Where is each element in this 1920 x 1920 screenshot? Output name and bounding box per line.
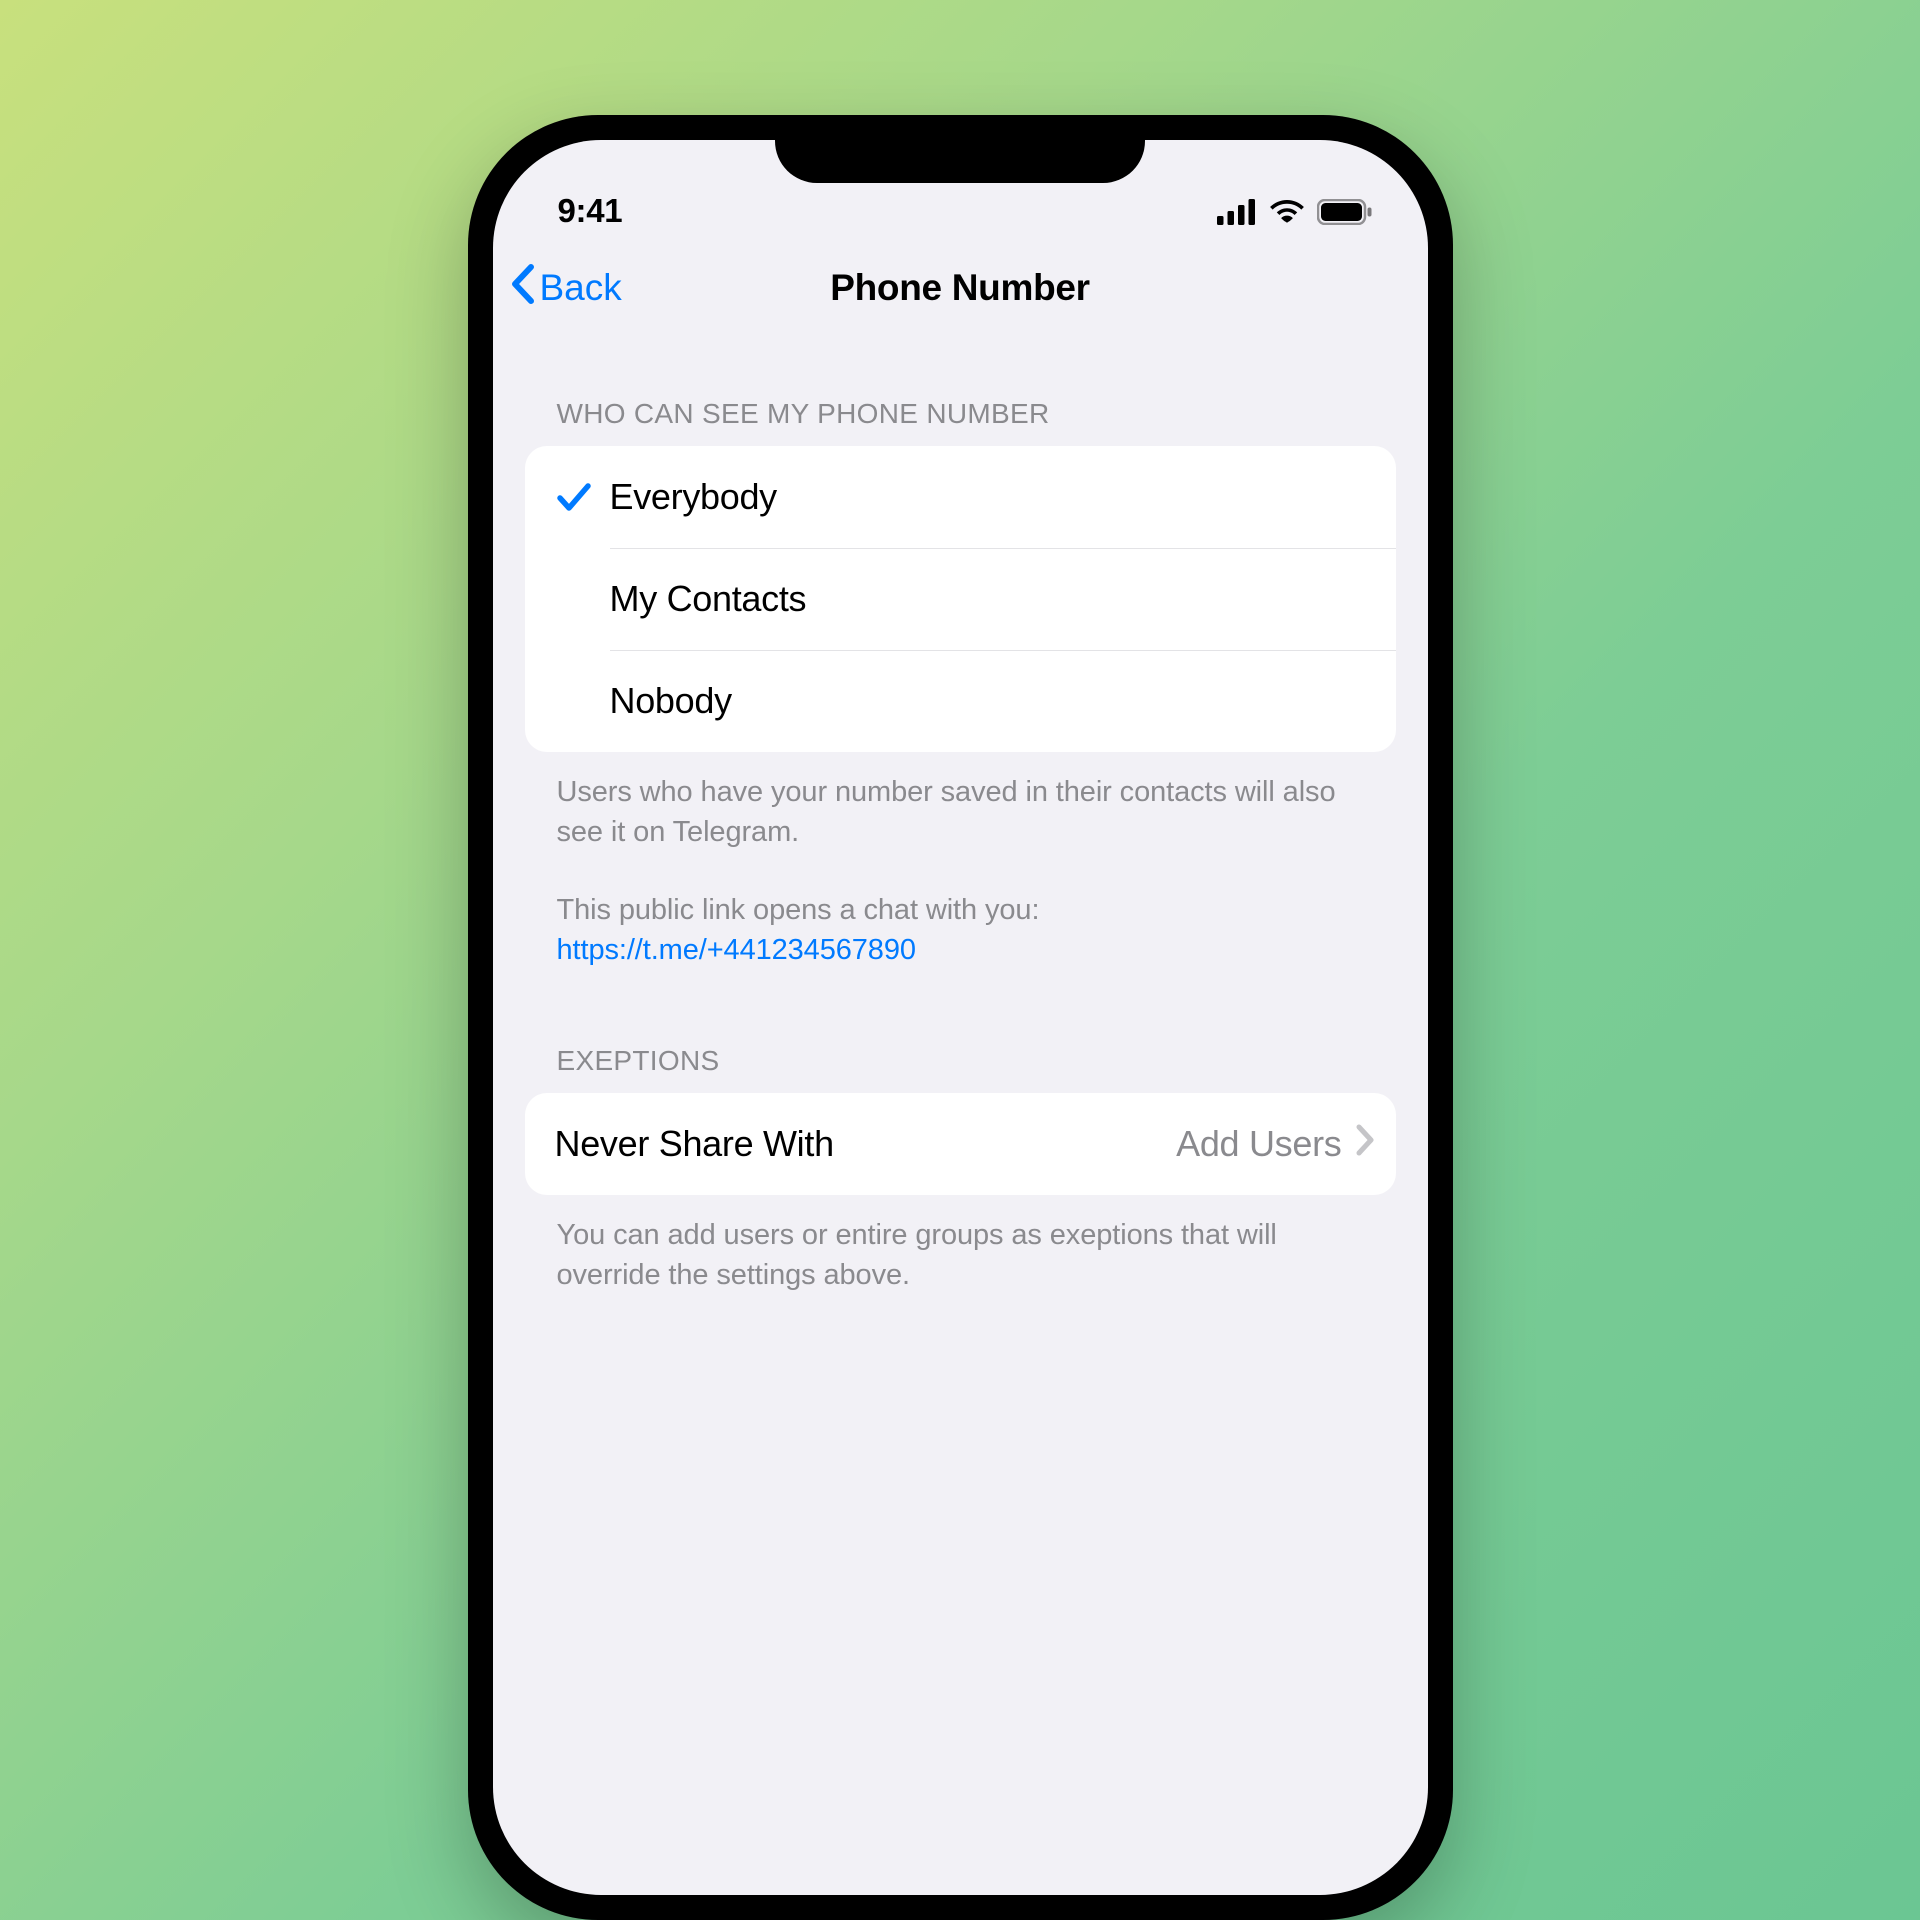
section-footer-visibility: Users who have your number saved in thei… xyxy=(525,752,1396,970)
screen: 9:41 Back Phone Number xyxy=(493,140,1428,1895)
chevron-right-icon xyxy=(1356,1123,1374,1165)
battery-icon xyxy=(1317,199,1373,230)
row-label: Never Share With xyxy=(555,1123,834,1165)
footer-text-1: Users who have your number saved in thei… xyxy=(557,772,1364,852)
status-time: 9:41 xyxy=(558,192,623,230)
exceptions-group: Never Share With Add Users xyxy=(525,1093,1396,1195)
chevron-left-icon xyxy=(509,264,535,313)
section-header-exceptions: EXEPTIONS xyxy=(525,970,1396,1093)
nav-bar: Back Phone Number xyxy=(493,240,1428,336)
option-nobody[interactable]: Nobody xyxy=(525,650,1396,752)
page-title: Phone Number xyxy=(830,267,1090,309)
back-button[interactable]: Back xyxy=(509,264,622,313)
phone-frame: 9:41 Back Phone Number xyxy=(468,115,1453,1920)
option-label: Everybody xyxy=(610,476,777,518)
check-icon xyxy=(555,478,610,516)
section-header-visibility: WHO CAN SEE MY PHONE NUMBER xyxy=(525,336,1396,446)
wifi-icon xyxy=(1269,199,1305,230)
footer-text-2: This public link opens a chat with you: xyxy=(557,894,1040,926)
status-icons xyxy=(1217,199,1373,230)
option-everybody[interactable]: Everybody xyxy=(525,446,1396,548)
option-label: My Contacts xyxy=(610,578,807,620)
footer-text-exceptions: You can add users or entire groups as ex… xyxy=(557,1215,1364,1295)
cellular-icon xyxy=(1217,199,1257,230)
option-label: Nobody xyxy=(610,680,732,722)
option-my-contacts[interactable]: My Contacts xyxy=(525,548,1396,650)
never-share-with-row[interactable]: Never Share With Add Users xyxy=(525,1093,1396,1195)
back-label: Back xyxy=(540,267,622,309)
notch xyxy=(775,115,1145,183)
row-value: Add Users xyxy=(1176,1123,1341,1165)
visibility-options-group: Everybody My Contacts Nobody xyxy=(525,446,1396,752)
public-link[interactable]: https://t.me/+441234567890 xyxy=(557,934,916,966)
section-footer-exceptions: You can add users or entire groups as ex… xyxy=(525,1195,1396,1295)
